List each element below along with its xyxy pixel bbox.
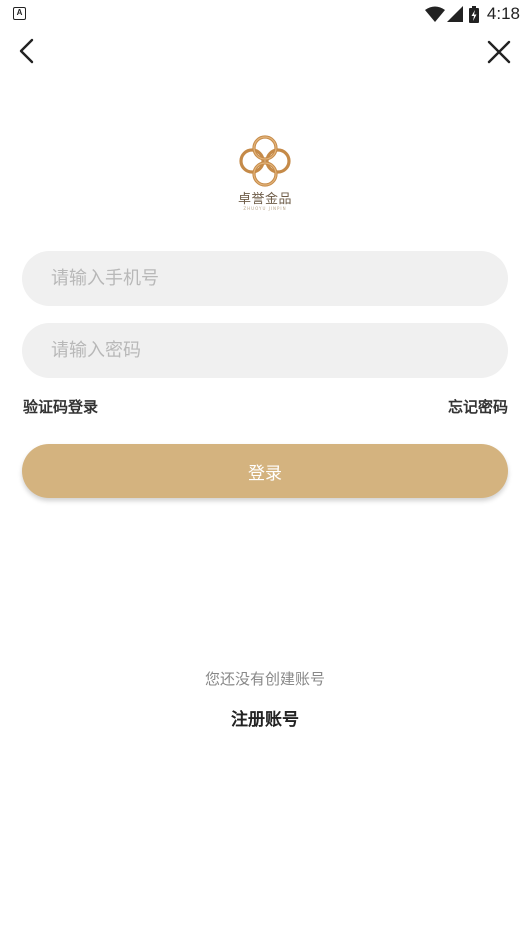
phone-input[interactable] (22, 251, 508, 306)
chevron-left-icon[interactable] (16, 38, 40, 64)
forgot-password-link[interactable]: 忘记密码 (448, 396, 508, 417)
brand-subtitle: ZHUOYU JINPIN (243, 206, 287, 211)
sms-login-link[interactable]: 验证码登录 (23, 396, 98, 417)
status-bar: A 4:18 (0, 0, 530, 28)
knot-logo-icon (239, 135, 291, 187)
no-account-text: 您还没有创建账号 (204, 670, 325, 688)
login-button[interactable]: 登录 (22, 444, 508, 498)
wifi-icon (424, 6, 445, 22)
brand-logo: 卓誉金品 ZHUOYU JINPIN (232, 134, 298, 216)
login-screen: A 4:18 卓誉金品 ZHUOYU JINPIN 请输入手机号 验证码登录 忘… (0, 0, 530, 940)
brand-name: 卓誉金品 (237, 192, 292, 207)
battery-charging-icon (468, 5, 479, 23)
notification-icon: A (13, 7, 26, 20)
signal-icon (446, 6, 463, 22)
status-time: 4:18 (486, 4, 520, 23)
register-link[interactable]: 注册账号 (0, 705, 530, 730)
close-icon[interactable] (487, 40, 511, 64)
status-icons: 4:18 (424, 4, 520, 24)
password-input[interactable] (22, 323, 508, 378)
